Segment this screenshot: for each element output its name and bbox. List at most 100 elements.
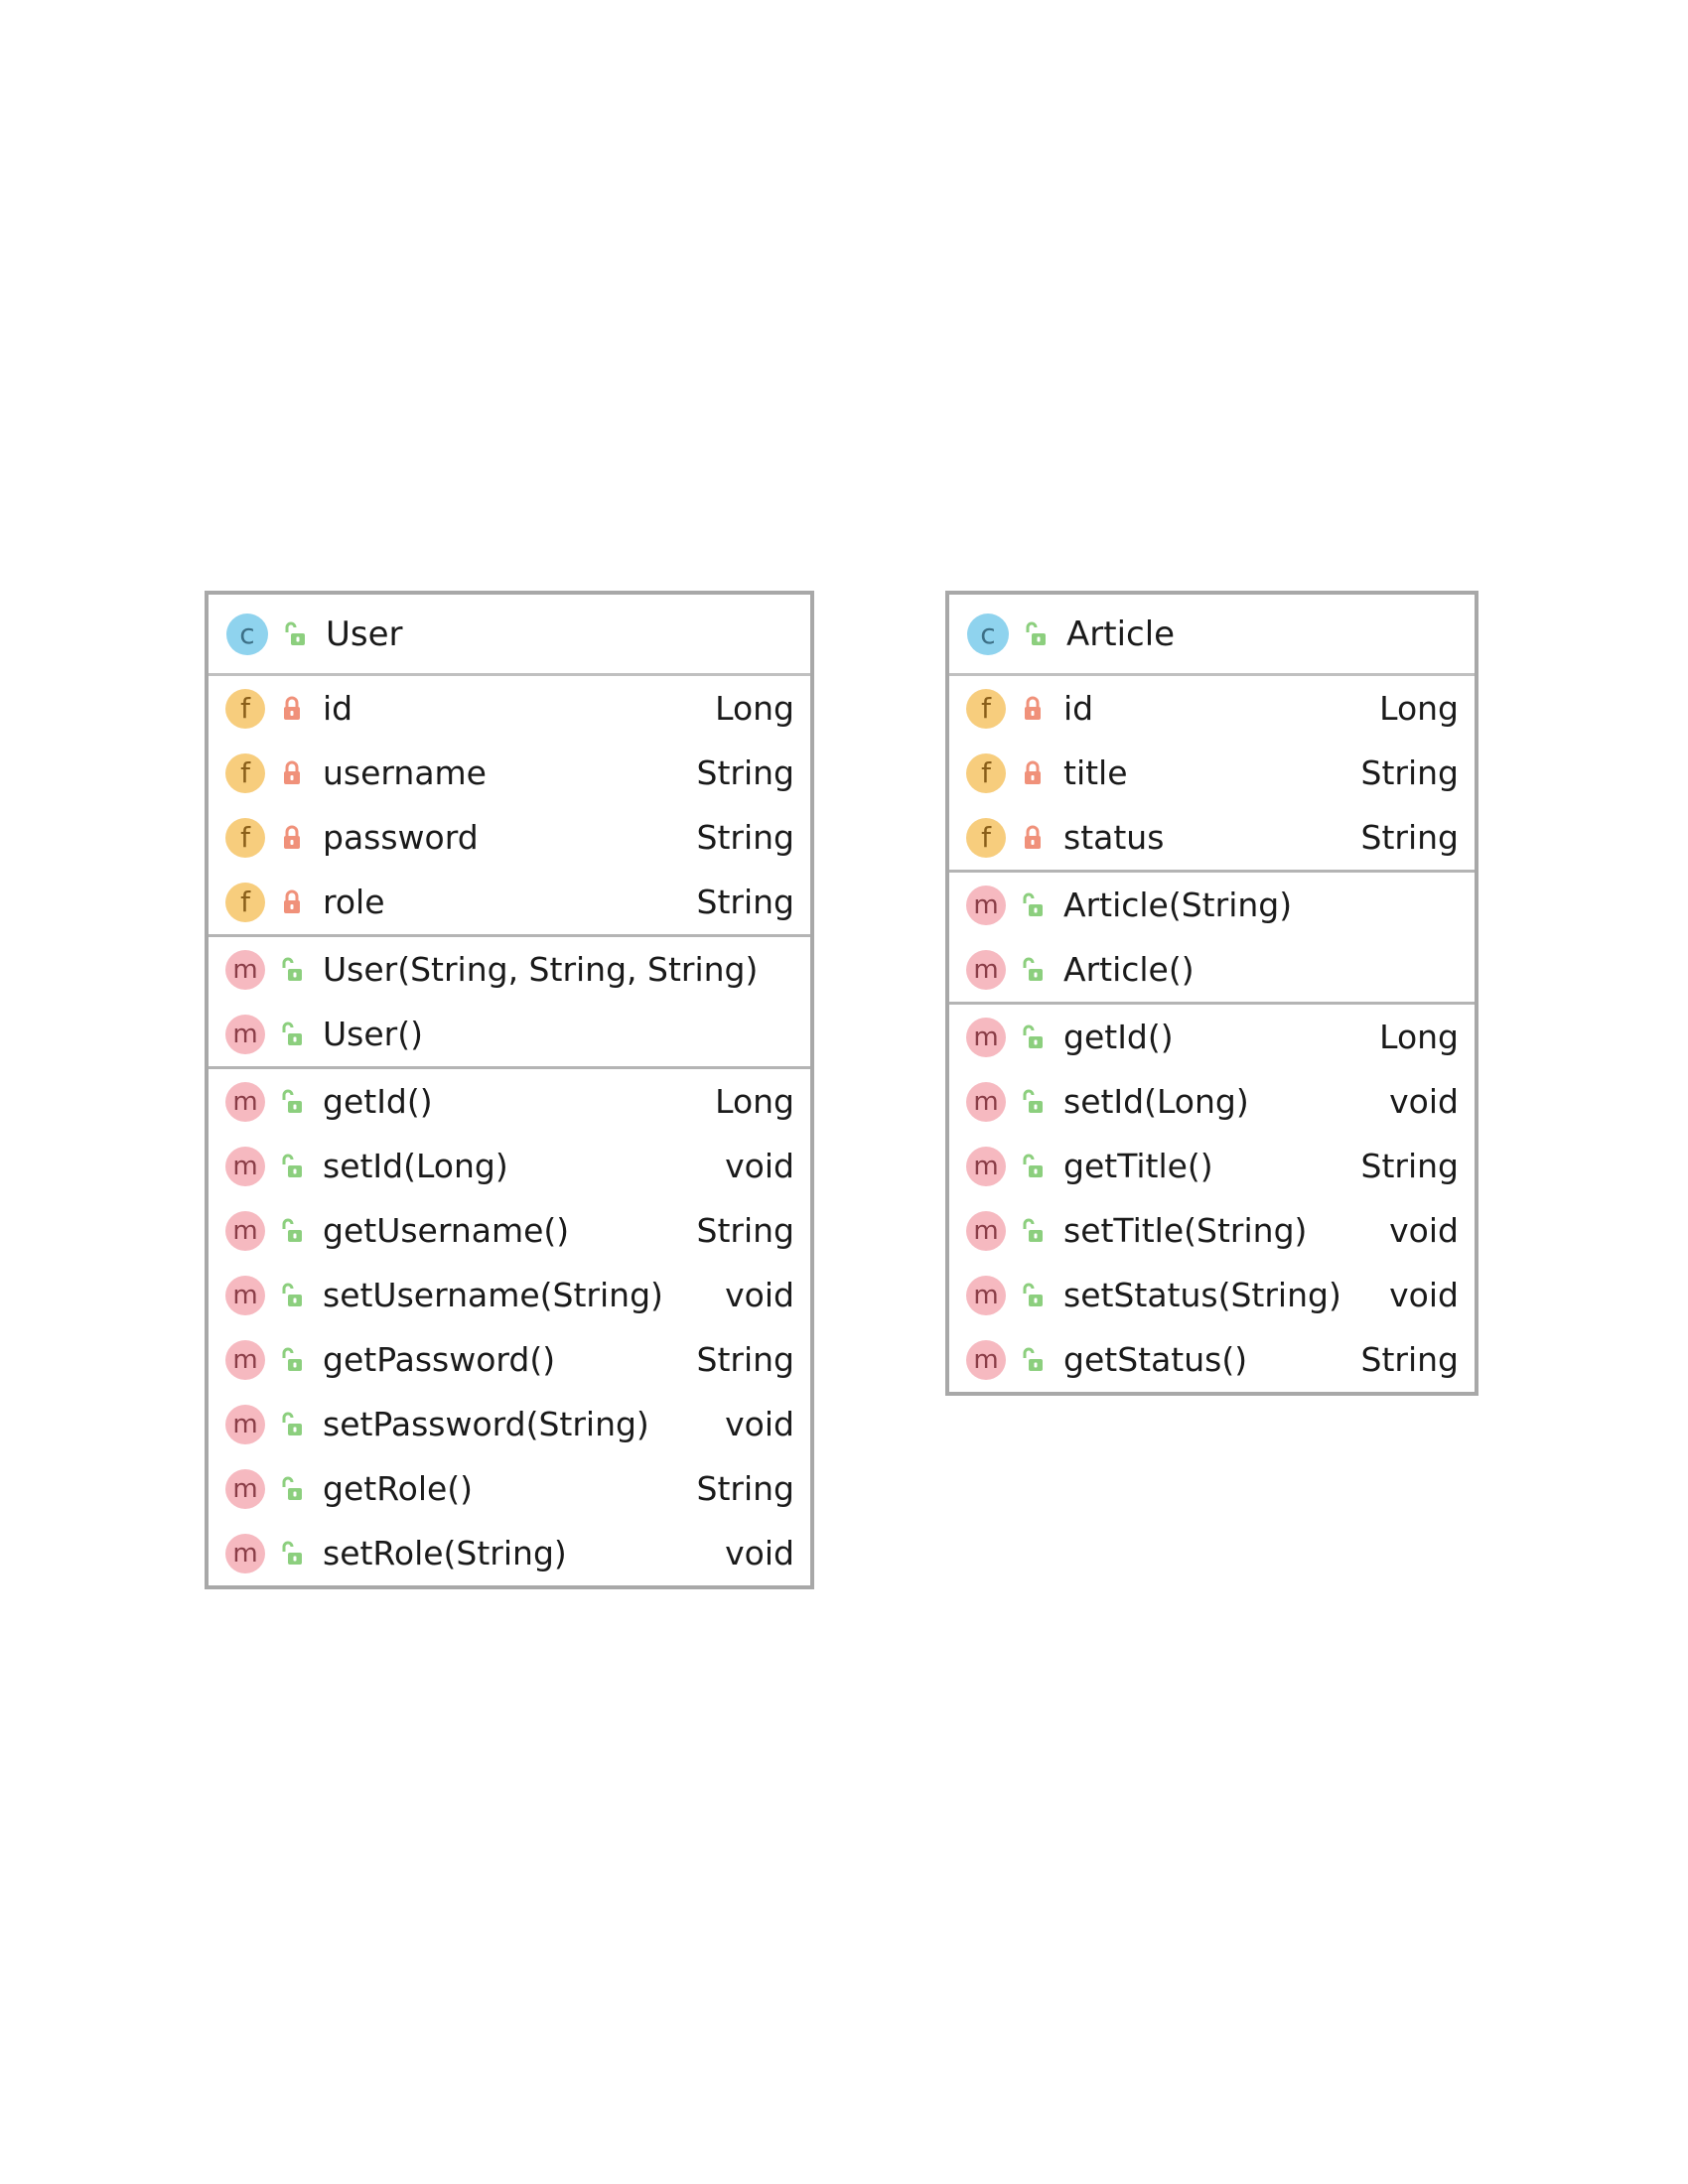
- field-icon: f: [966, 752, 1006, 793]
- method-row: m setTitle(String) void: [949, 1198, 1475, 1263]
- public-unlock-icon: [282, 1541, 302, 1565]
- member-name: getUsername(): [323, 1211, 570, 1250]
- constructors-section: m User(String, String, String) m User(): [209, 937, 810, 1069]
- private-lock-icon: [284, 889, 300, 913]
- member-name: getStatus(): [1063, 1340, 1248, 1379]
- member-name: Article(): [1063, 950, 1195, 989]
- public-unlock-icon: [1023, 892, 1043, 916]
- method-icon: m: [966, 1339, 1006, 1380]
- public-unlock-icon: [1023, 1347, 1043, 1371]
- method-row: m setStatus(String) void: [949, 1263, 1475, 1327]
- field-icon: f: [966, 817, 1006, 858]
- field-row: f username String: [209, 741, 810, 805]
- member-type: String: [1360, 753, 1459, 792]
- field-row: f id Long: [209, 676, 810, 741]
- member-type: String: [1360, 1147, 1459, 1185]
- member-type: void: [1389, 1276, 1459, 1314]
- member-type: Long: [1379, 689, 1459, 728]
- method-icon: m: [225, 1081, 265, 1122]
- class-header: c User: [209, 595, 810, 676]
- method-row: m setId(Long) void: [209, 1134, 810, 1198]
- member-type: void: [725, 1405, 794, 1443]
- member-type: void: [725, 1534, 794, 1572]
- member-type: String: [696, 753, 794, 792]
- field-icon: f: [225, 752, 265, 793]
- method-icon: m: [225, 949, 265, 990]
- method-row: m getId() Long: [949, 1005, 1475, 1069]
- methods-section: m getId() Long m setId(Long) void m getUsername…: [209, 1069, 810, 1585]
- member-name: setId(Long): [1063, 1082, 1249, 1121]
- private-lock-icon: [1025, 696, 1041, 720]
- member-name: setStatus(String): [1063, 1276, 1341, 1314]
- constructors-section: m Article(String) m Article(): [949, 873, 1475, 1005]
- member-name: Article(String): [1063, 886, 1293, 924]
- method-row: m getId() Long: [209, 1069, 810, 1134]
- private-lock-icon: [284, 825, 300, 849]
- member-name: status: [1063, 818, 1165, 857]
- method-icon: m: [966, 1017, 1006, 1057]
- member-name: User(String, String, String): [323, 950, 759, 989]
- method-icon: m: [225, 1533, 265, 1573]
- member-type: Long: [715, 689, 794, 728]
- method-icon: m: [225, 1014, 265, 1054]
- member-name: getId(): [323, 1082, 433, 1121]
- member-type: String: [696, 1211, 794, 1250]
- public-unlock-icon: [282, 1154, 302, 1177]
- public-unlock-icon: [282, 1218, 302, 1242]
- member-name: setRole(String): [323, 1534, 567, 1572]
- method-icon: m: [225, 1210, 265, 1251]
- member-type: String: [696, 883, 794, 921]
- method-icon: m: [966, 1081, 1006, 1122]
- methods-section: m getId() Long m setId(Long) void m getTitle() S…: [949, 1005, 1475, 1392]
- class-name: Article: [1066, 614, 1176, 654]
- field-icon: f: [225, 882, 265, 922]
- member-type: String: [1360, 818, 1459, 857]
- member-name: role: [323, 883, 385, 921]
- public-unlock-icon: [1023, 1283, 1043, 1306]
- member-name: getTitle(): [1063, 1147, 1213, 1185]
- member-name: setPassword(String): [323, 1405, 649, 1443]
- field-row: f status String: [949, 805, 1475, 870]
- field-row: f password String: [209, 805, 810, 870]
- member-name: User(): [323, 1015, 423, 1053]
- field-row: f id Long: [949, 676, 1475, 741]
- field-row: f role String: [209, 870, 810, 934]
- public-unlock-icon: [282, 1022, 302, 1045]
- public-unlock-icon: [1026, 621, 1046, 645]
- member-type: void: [725, 1147, 794, 1185]
- public-unlock-icon: [282, 1412, 302, 1435]
- method-row: m getStatus() String: [949, 1327, 1475, 1392]
- method-row: m getRole() String: [209, 1456, 810, 1521]
- member-type: void: [1389, 1082, 1459, 1121]
- public-unlock-icon: [1023, 957, 1043, 981]
- member-name: getRole(): [323, 1469, 474, 1508]
- member-type: String: [696, 1340, 794, 1379]
- public-unlock-icon: [282, 957, 302, 981]
- public-unlock-icon: [1023, 1089, 1043, 1113]
- method-icon: m: [225, 1404, 265, 1444]
- member-name: title: [1063, 753, 1128, 792]
- class-header: c Article: [949, 595, 1475, 676]
- method-icon: m: [225, 1146, 265, 1186]
- public-unlock-icon: [1023, 1154, 1043, 1177]
- method-row: m getPassword() String: [209, 1327, 810, 1392]
- public-unlock-icon: [282, 1283, 302, 1306]
- class-box-user: c User f id Long f username String f password Stri…: [205, 591, 814, 1589]
- member-name: getPassword(): [323, 1340, 556, 1379]
- member-type: Long: [1379, 1018, 1459, 1056]
- method-icon: m: [966, 1210, 1006, 1251]
- fields-section: f id Long f username String f password String f ro…: [209, 676, 810, 937]
- public-unlock-icon: [285, 621, 305, 645]
- method-row: m getUsername() String: [209, 1198, 810, 1263]
- method-row: m setId(Long) void: [949, 1069, 1475, 1134]
- member-name: id: [1063, 689, 1094, 728]
- public-unlock-icon: [1023, 1024, 1043, 1048]
- class-icon: c: [967, 613, 1009, 655]
- method-row: m setRole(String) void: [209, 1521, 810, 1585]
- method-icon: m: [966, 885, 1006, 925]
- method-icon: m: [966, 1275, 1006, 1315]
- member-type: Long: [715, 1082, 794, 1121]
- private-lock-icon: [284, 696, 300, 720]
- member-type: void: [725, 1276, 794, 1314]
- fields-section: f id Long f title String f status String: [949, 676, 1475, 873]
